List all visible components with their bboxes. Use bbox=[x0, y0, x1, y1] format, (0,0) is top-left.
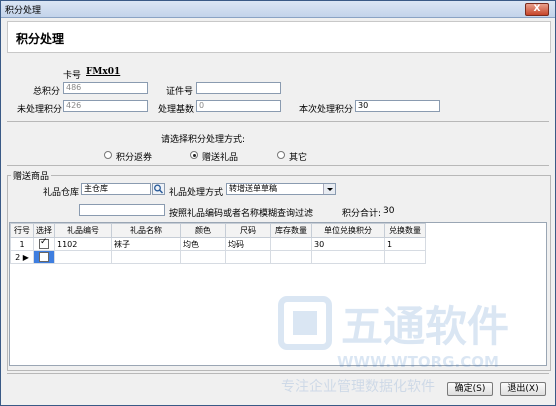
warehouse-search-button[interactable] bbox=[152, 183, 165, 195]
cell-gift-code[interactable] bbox=[54, 250, 112, 264]
col-size[interactable]: 尺码 bbox=[225, 223, 271, 238]
header-panel: 积分处理 bbox=[7, 21, 551, 53]
total-points-label: 总积分 bbox=[33, 87, 61, 97]
total-points-field[interactable]: 486 bbox=[63, 82, 148, 94]
cell-select[interactable] bbox=[33, 237, 55, 251]
col-select[interactable]: 选择 bbox=[33, 223, 55, 238]
radio-coupon[interactable] bbox=[104, 151, 112, 159]
current-points-field[interactable]: 30 bbox=[355, 100, 440, 112]
cert-no-field[interactable] bbox=[196, 82, 281, 94]
cert-no-label: 证件号 bbox=[166, 87, 194, 97]
table-row[interactable]: 1 1102 袜子 均色 均码 30 1 bbox=[10, 237, 426, 251]
cell-color[interactable]: 均色 bbox=[180, 237, 226, 251]
chevron-down-icon bbox=[323, 184, 335, 194]
warehouse-label: 礼品仓库 bbox=[43, 188, 80, 198]
title-bar: 积分处理 X bbox=[1, 1, 555, 18]
points-total-label: 积分合计: bbox=[342, 209, 382, 219]
col-gift-name[interactable]: 礼品名称 bbox=[111, 223, 181, 238]
cell-gift-name[interactable] bbox=[111, 250, 181, 264]
row-no-text: 2 bbox=[15, 252, 21, 262]
row-checkbox[interactable] bbox=[39, 237, 49, 249]
cell-row-no: 1 bbox=[10, 237, 34, 251]
gift-method-select[interactable]: 转增送单草稿 bbox=[226, 183, 336, 195]
cell-unit-points[interactable]: 30 bbox=[311, 237, 385, 251]
gift-filter-hint: 按照礼品编码或者名称模糊查询过滤 bbox=[169, 209, 314, 219]
radio-other-label: 其它 bbox=[289, 153, 308, 163]
footer-divider bbox=[7, 373, 549, 374]
page-title: 积分处理 bbox=[16, 32, 65, 46]
row-checkbox[interactable] bbox=[39, 252, 49, 262]
exit-button[interactable]: 退出(X) bbox=[500, 382, 546, 396]
method-prompt: 请选择积分处理方式: bbox=[161, 135, 246, 145]
cell-stock[interactable] bbox=[270, 237, 312, 251]
unprocessed-points-label: 未处理积分 bbox=[17, 105, 63, 115]
cell-qty[interactable]: 1 bbox=[384, 237, 426, 251]
cell-size[interactable] bbox=[225, 250, 271, 264]
watermark-slogan: 专注企业管理数据化软件 bbox=[281, 378, 435, 395]
cell-qty[interactable] bbox=[384, 250, 426, 264]
col-row-no[interactable]: 行号 bbox=[10, 223, 34, 238]
table-header-row: 行号 选择 礼品编号 礼品名称 颜色 尺码 库存数量 单位兑换积分 兑换数量 bbox=[10, 223, 426, 238]
ok-button[interactable]: 确定(S) bbox=[447, 382, 493, 396]
window-title: 积分处理 bbox=[5, 6, 42, 16]
card-number: FMx01 bbox=[86, 67, 121, 77]
cell-size[interactable]: 均码 bbox=[225, 237, 271, 251]
base-field[interactable]: 0 bbox=[196, 100, 281, 112]
table-row[interactable]: 2 ▶ bbox=[10, 250, 426, 264]
col-unit-points[interactable]: 单位兑换积分 bbox=[311, 223, 385, 238]
row-pointer-icon: ▶ bbox=[22, 252, 29, 262]
gift-table: 行号 选择 礼品编号 礼品名称 颜色 尺码 库存数量 单位兑换积分 兑换数量 1… bbox=[9, 222, 547, 366]
cell-unit-points[interactable] bbox=[311, 250, 385, 264]
current-points-label: 本次处理积分 bbox=[299, 105, 354, 115]
radio-other[interactable] bbox=[277, 151, 285, 159]
col-gift-code[interactable]: 礼品编号 bbox=[54, 223, 112, 238]
cell-row-no: 2 ▶ bbox=[10, 250, 34, 264]
cell-stock[interactable] bbox=[270, 250, 312, 264]
radio-gift[interactable] bbox=[190, 151, 198, 159]
col-qty[interactable]: 兑换数量 bbox=[384, 223, 426, 238]
gift-table-grid: 行号 选择 礼品编号 礼品名称 颜色 尺码 库存数量 单位兑换积分 兑换数量 1… bbox=[10, 223, 426, 264]
col-color[interactable]: 颜色 bbox=[180, 223, 226, 238]
gift-method-label: 礼品处理方式 bbox=[169, 188, 224, 198]
warehouse-field[interactable]: 主仓库 bbox=[81, 183, 151, 195]
gift-group-title: 赠送商品 bbox=[11, 169, 52, 182]
base-label: 处理基数 bbox=[158, 105, 195, 115]
search-icon bbox=[154, 184, 164, 194]
gift-method-value: 转增送单草稿 bbox=[229, 184, 277, 193]
unprocessed-points-field[interactable]: 426 bbox=[63, 100, 148, 112]
radio-gift-label: 赠送礼品 bbox=[202, 153, 239, 163]
card-label: 卡号 bbox=[63, 71, 82, 81]
section-divider-2 bbox=[7, 165, 549, 166]
cell-gift-name[interactable]: 袜子 bbox=[111, 237, 181, 251]
gift-filter-input[interactable] bbox=[79, 204, 165, 216]
radio-coupon-label: 积分返券 bbox=[116, 153, 153, 163]
cell-color[interactable] bbox=[180, 250, 226, 264]
close-button[interactable]: X bbox=[525, 3, 549, 16]
cell-gift-code[interactable]: 1102 bbox=[54, 237, 112, 251]
col-stock[interactable]: 库存数量 bbox=[270, 223, 312, 238]
cell-select[interactable] bbox=[33, 250, 55, 264]
points-total-value: 30 bbox=[383, 206, 395, 216]
points-processing-window: 积分处理 X 积分处理 卡号 FMx01 总积分 486 证件号 未处理积分 4… bbox=[0, 0, 556, 406]
section-divider bbox=[7, 121, 549, 122]
